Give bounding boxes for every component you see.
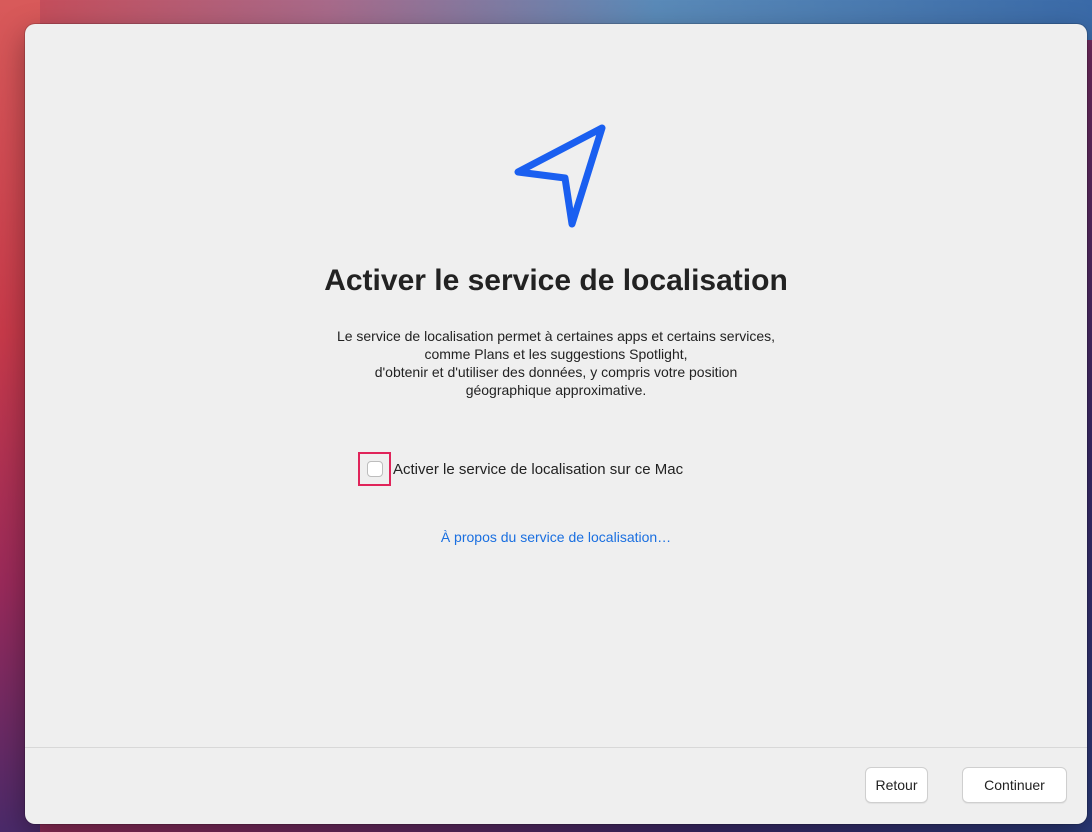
back-button[interactable]: Retour [865, 767, 928, 803]
location-services-checkbox[interactable] [366, 461, 383, 477]
page-title: Activer le service de localisation [324, 264, 788, 297]
about-location-services-link[interactable]: À propos du service de localisation… [25, 529, 1087, 545]
checkbox-label[interactable]: Activer le service de localisation sur c… [393, 461, 683, 478]
description-line: Le service de localisation permet à cert… [336, 328, 776, 344]
footer-divider [25, 747, 1087, 748]
setup-assistant-window: Activer le service de localisation Le se… [25, 24, 1087, 824]
location-checkbox-row[interactable]: Activer le service de localisation sur c… [358, 452, 683, 486]
description-line: d'obtenir et d'utiliser des données, y c… [374, 364, 738, 380]
description-line: comme Plans et les suggestions Spotlight… [424, 346, 688, 362]
location-arrow-icon [510, 120, 620, 230]
continue-button[interactable]: Continuer [962, 767, 1067, 803]
description-line: géographique approximative. [465, 382, 647, 398]
checkbox-highlight [358, 452, 391, 486]
description: Le service de localisation permet à cert… [25, 327, 1087, 399]
